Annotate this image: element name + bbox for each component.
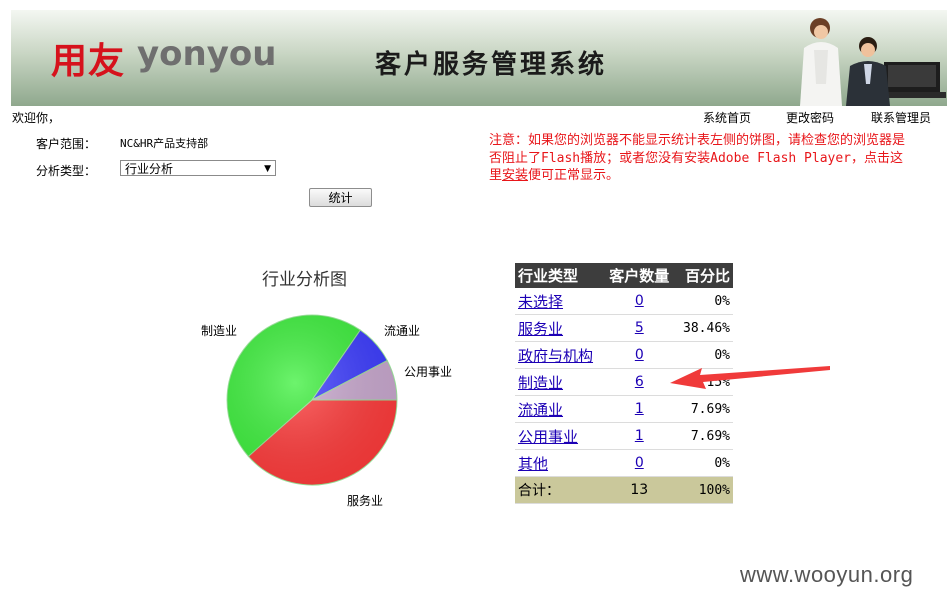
analysis-type-value: 行业分析 bbox=[125, 162, 174, 176]
total-label: 合计： bbox=[515, 476, 604, 504]
industry-link[interactable]: 制造业 bbox=[518, 374, 563, 392]
header-count: 客户数量 bbox=[603, 263, 676, 288]
table-header-row: 行业类型 客户数量 百分比 bbox=[515, 263, 733, 288]
total-row: 合计： 13 100% bbox=[515, 476, 733, 504]
table-row: 服务业 5 38.46% bbox=[515, 314, 733, 342]
business-people-image bbox=[800, 18, 946, 106]
table-row: 其他 0 0% bbox=[515, 449, 733, 477]
industry-link[interactable]: 流通业 bbox=[518, 401, 563, 419]
industry-link[interactable]: 未选择 bbox=[518, 293, 563, 311]
percent-cell: 0% bbox=[675, 449, 733, 477]
header-industry: 行业类型 bbox=[515, 263, 604, 288]
count-link[interactable]: 0 bbox=[635, 455, 644, 471]
count-link[interactable]: 0 bbox=[635, 293, 644, 309]
welcome-text: 欢迎你， bbox=[12, 111, 61, 125]
total-percent: 100% bbox=[675, 476, 733, 504]
count-link[interactable]: 1 bbox=[635, 428, 644, 444]
scope-value: NC&HR产品支持部 bbox=[120, 137, 209, 150]
notice-text-after: 便可正常显示。 bbox=[528, 168, 620, 183]
count-link[interactable]: 1 bbox=[635, 401, 644, 417]
scope-label: 客户范围： bbox=[36, 137, 97, 151]
chart-title: 行业分析图 bbox=[262, 270, 347, 290]
annotation-arrow-icon bbox=[670, 366, 830, 389]
logo-en: yonyou bbox=[137, 34, 277, 74]
table-row: 未选择 0 0% bbox=[515, 288, 733, 315]
industry-link[interactable]: 政府与机构 bbox=[518, 347, 593, 365]
slice-label-utilities: 公用事业 bbox=[404, 365, 453, 379]
percent-cell: 0% bbox=[675, 288, 733, 315]
industry-link[interactable]: 服务业 bbox=[518, 320, 563, 338]
percent-cell: 7.69% bbox=[675, 395, 733, 423]
industry-link[interactable]: 其他 bbox=[518, 455, 548, 473]
contact-admin-link[interactable]: 联系管理员 bbox=[871, 109, 931, 126]
header-percent: 百分比 bbox=[675, 263, 733, 288]
statistics-button[interactable]: 统计 bbox=[309, 188, 372, 207]
table-row: 流通业 1 7.69% bbox=[515, 395, 733, 423]
count-link[interactable]: 5 bbox=[635, 320, 644, 336]
total-count: 13 bbox=[603, 476, 676, 504]
header-banner: 用友 yonyou 客户服务管理系统 bbox=[11, 10, 947, 106]
flash-notice: 注意：如果您的浏览器不能显示统计表左侧的饼图，请检查您的浏览器是否阻止了Flas… bbox=[489, 132, 909, 185]
type-label: 分析类型： bbox=[36, 164, 97, 178]
pie-chart bbox=[226, 314, 398, 486]
install-link[interactable]: 安装 bbox=[502, 168, 528, 183]
logo-cn: 用友 bbox=[51, 41, 126, 82]
change-password-link[interactable]: 更改密码 bbox=[786, 109, 834, 126]
count-link[interactable]: 0 bbox=[635, 347, 644, 363]
slice-label-manufacturing: 制造业 bbox=[201, 324, 238, 338]
slice-label-distribution: 流通业 bbox=[384, 324, 421, 338]
analysis-type-select[interactable]: 行业分析 ▼ bbox=[120, 160, 276, 176]
home-link[interactable]: 系统首页 bbox=[703, 109, 751, 126]
industry-link[interactable]: 公用事业 bbox=[518, 428, 578, 446]
count-link[interactable]: 6 bbox=[635, 374, 644, 390]
slice-label-services: 服务业 bbox=[347, 494, 384, 508]
dropdown-arrow-icon: ▼ bbox=[264, 164, 271, 174]
watermark: www.wooyun.org bbox=[740, 562, 914, 587]
system-title: 客户服务管理系统 bbox=[375, 50, 608, 80]
table-row: 公用事业 1 7.69% bbox=[515, 422, 733, 450]
pie-shading bbox=[227, 315, 397, 485]
percent-cell: 7.69% bbox=[675, 422, 733, 450]
percent-cell: 38.46% bbox=[675, 314, 733, 342]
